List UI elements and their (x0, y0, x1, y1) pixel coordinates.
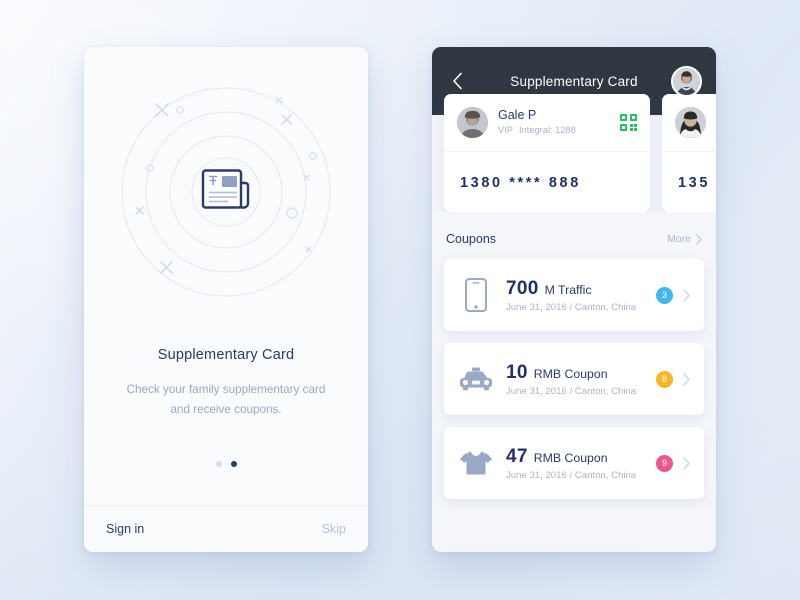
chevron-right-icon (683, 456, 690, 470)
smartphone-icon (458, 278, 494, 312)
onboarding-screen: Supplementary Card Check your family sup… (84, 47, 368, 552)
coupon-chevron[interactable] (683, 456, 690, 470)
coupon-subtitle: June 31, 2016 / Canton, China (506, 385, 637, 397)
coupon-unit: RMB Coupon (533, 450, 608, 465)
taxi-icon (458, 367, 494, 391)
member-meta: VIP Integral: 1288 (498, 123, 620, 137)
page-dot-2[interactable] (230, 461, 237, 467)
member-integral: Integral: 1288 (519, 125, 576, 135)
avatar-female (675, 107, 706, 138)
coupon-row[interactable]: 47 RMB Coupon June 31, 2016 / Canton, Ch… (444, 427, 704, 499)
onboarding-subtitle: Check your family supplementary card and… (126, 383, 326, 416)
coupon-amount: 10 (506, 361, 528, 383)
coupon-badge: 9 (656, 454, 673, 472)
member-card[interactable]: Gale P VIP Integral: 1288 1380 **** 888 (444, 94, 650, 212)
more-button[interactable]: More (667, 233, 702, 245)
page-dot-1[interactable] (215, 461, 222, 467)
tshirt-icon (458, 450, 494, 476)
onboarding-footer: Sign in Skip (84, 505, 368, 552)
coupon-unit: M Traffic (544, 282, 592, 297)
coupon-row[interactable]: 700 M Traffic June 31, 2016 / Canton, Ch… (444, 259, 704, 331)
back-button[interactable] (446, 70, 468, 92)
coupon-details: 47 RMB Coupon June 31, 2016 / Canton, Ch… (506, 446, 656, 481)
coupon-unit: RMB Coupon (533, 366, 608, 381)
coupon-details: 700 M Traffic June 31, 2016 / Canton, Ch… (506, 278, 656, 313)
coupon-details: 10 RMB Coupon June 31, 2016 / Canton, Ch… (506, 362, 656, 397)
coupon-subtitle: June 31, 2016 / Canton, China (506, 469, 637, 481)
coupons-section-header: Coupons More (432, 220, 716, 258)
member-card-header (662, 94, 716, 152)
coupon-subtitle: June 31, 2016 / Canton, China (506, 301, 637, 313)
avatar-male (457, 107, 488, 138)
onboarding-body: Supplementary Card Check your family sup… (84, 47, 368, 505)
supplementary-card-screen: Supplementary Card Gale P VIP Integral: … (432, 47, 716, 552)
coupon-row[interactable]: 10 RMB Coupon June 31, 2016 / Canton, Ch… (444, 343, 704, 415)
coupon-headline: 700 M Traffic (506, 278, 656, 301)
coupon-badge: 3 (656, 286, 673, 304)
chevron-left-icon (452, 72, 462, 90)
member-card[interactable]: 135 (662, 94, 716, 212)
chevron-right-icon (683, 372, 690, 386)
avatar-male-image (673, 67, 700, 95)
coupon-chevron[interactable] (683, 372, 690, 386)
coupon-headline: 47 RMB Coupon (506, 446, 656, 469)
card-number: 135 (678, 174, 710, 191)
newspaper-illustration (116, 82, 336, 302)
card-number: 1380 **** 888 (460, 174, 581, 191)
page-indicator (84, 461, 368, 467)
sign-in-button[interactable]: Sign in (106, 522, 144, 536)
chevron-right-icon (696, 233, 702, 245)
user-avatar[interactable] (671, 65, 702, 97)
member-tier: VIP (498, 125, 513, 135)
more-label: More (667, 233, 691, 245)
member-card-header: Gale P VIP Integral: 1288 (444, 94, 650, 152)
chevron-right-icon (683, 288, 690, 302)
qr-code-icon[interactable] (620, 114, 637, 131)
coupon-list: 700 M Traffic June 31, 2016 / Canton, Ch… (444, 259, 704, 499)
coupon-amount: 700 (506, 277, 539, 299)
member-card-carousel[interactable]: Gale P VIP Integral: 1288 1380 **** 888 … (432, 94, 716, 212)
member-name: Gale P (498, 108, 537, 122)
coupon-headline: 10 RMB Coupon (506, 362, 656, 385)
onboarding-title: Supplementary Card (157, 347, 295, 363)
member-identity: Gale P VIP Integral: 1288 (498, 108, 620, 137)
coupon-chevron[interactable] (683, 288, 690, 302)
skip-button[interactable]: Skip (322, 522, 346, 536)
coupon-badge: 8 (656, 370, 673, 388)
coupon-amount: 47 (506, 445, 528, 467)
coupons-title: Coupons (446, 232, 497, 246)
